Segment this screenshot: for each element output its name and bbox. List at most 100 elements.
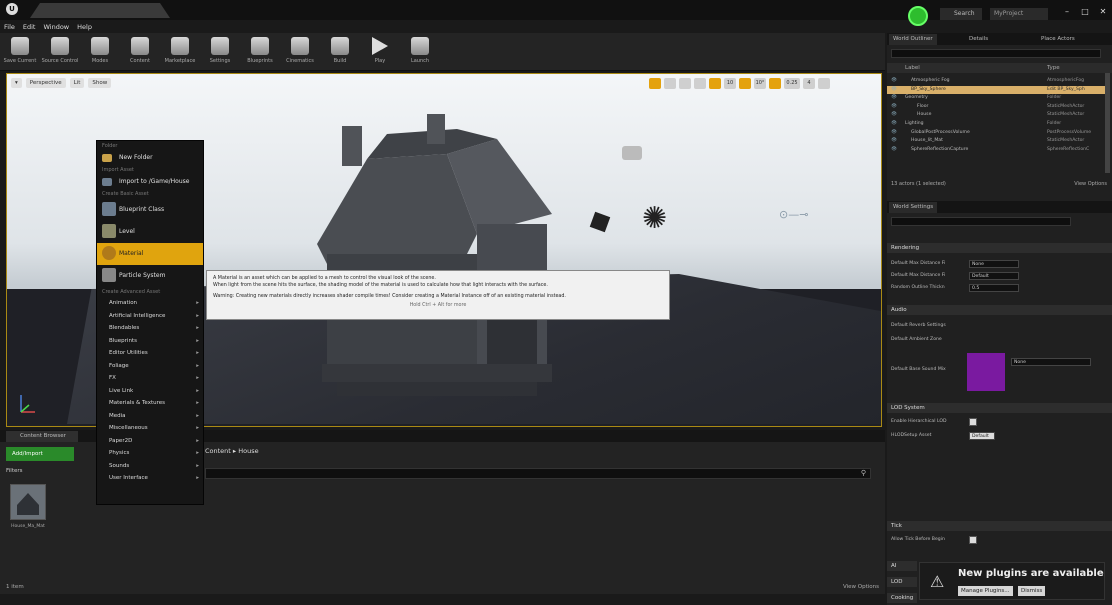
view-mode-button[interactable]: Lit	[69, 78, 85, 88]
new-folder-item[interactable]: New Folder	[97, 151, 203, 165]
viewport-options-button[interactable]: ▾	[11, 78, 22, 88]
submenu-sounds[interactable]: Sounds	[97, 460, 203, 473]
menu-edit[interactable]: Edit	[23, 23, 36, 33]
reflection-capture-icon[interactable]	[622, 146, 642, 160]
level-item[interactable]: Level	[97, 221, 203, 243]
tab-place-actors[interactable]: Place Actors	[1037, 34, 1079, 45]
section-ai[interactable]: AI	[887, 561, 917, 571]
world-settings-search-input[interactable]	[891, 217, 1071, 226]
type-column-header[interactable]: Type	[1047, 63, 1060, 73]
tab-world-outliner[interactable]: World Outliner	[889, 34, 937, 45]
particle-system-item[interactable]: Particle System	[97, 265, 203, 287]
label-column-header[interactable]: Label	[905, 63, 920, 73]
add-new-button[interactable]: Add/Import	[6, 447, 74, 461]
directional-light-icon[interactable]: ✺	[642, 204, 672, 234]
submenu-blendables[interactable]: Blendables	[97, 322, 203, 335]
house-mesh[interactable]	[307, 114, 567, 404]
decal-actor-icon[interactable]	[589, 211, 611, 233]
submenu-live-link[interactable]: Live Link	[97, 385, 203, 398]
marketplace-button[interactable]: Marketplace	[160, 33, 200, 71]
scale-tool[interactable]	[679, 78, 691, 89]
menu-file[interactable]: File	[4, 23, 15, 33]
visibility-eye-icon[interactable]: 👁	[891, 94, 897, 103]
section-lod-system[interactable]: LOD System	[887, 403, 1112, 413]
section-lod[interactable]: LOD	[887, 577, 917, 587]
atmospheric-fog-icon[interactable]: ⊙—⊸	[779, 208, 843, 228]
visibility-eye-icon[interactable]: 👁	[891, 137, 897, 146]
outliner-row[interactable]: 👁 House StaticMeshActor	[887, 111, 1107, 120]
submenu-blueprints[interactable]: Blueprints	[97, 335, 203, 348]
perspective-button[interactable]: Perspective	[25, 78, 66, 88]
submenu-miscellaneous[interactable]: Miscellaneous	[97, 422, 203, 435]
section-cooking[interactable]: Cooking	[887, 593, 917, 603]
modes-button[interactable]: Modes	[80, 33, 120, 71]
maximize-icon[interactable]: □	[1080, 7, 1090, 17]
prop-value[interactable]: None	[969, 260, 1019, 268]
breadcrumb[interactable]: Content ▸ House	[205, 447, 259, 455]
submenu-media[interactable]: Media	[97, 410, 203, 423]
source-control-status-icon[interactable]	[908, 6, 928, 26]
tick-checkbox[interactable]	[969, 536, 977, 544]
launch-button[interactable]: Launch	[400, 33, 440, 71]
asset-search-input[interactable]: ⚲	[205, 468, 871, 479]
hlod-setup-value[interactable]: Default	[969, 432, 995, 440]
section-rendering[interactable]: Rendering	[887, 243, 1112, 253]
rotation-snap-toggle[interactable]	[739, 78, 751, 89]
submenu-fx[interactable]: FX	[97, 372, 203, 385]
content-button[interactable]: Content	[120, 33, 160, 71]
visibility-eye-icon[interactable]: 👁	[891, 146, 897, 155]
outliner-row[interactable]: 👁 Atmospheric Fog AtmosphericFog	[887, 77, 1107, 86]
scale-snap-value[interactable]: 0.25	[784, 78, 800, 89]
outliner-row[interactable]: 👁 GlobalPostProcessVolume PostProcessVolum…	[887, 129, 1107, 138]
sound-mix-thumbnail[interactable]	[967, 353, 1005, 391]
material-item[interactable]: Material	[97, 243, 203, 265]
outliner-row[interactable]: 👁 Lighting Folder	[887, 120, 1107, 129]
close-icon[interactable]: ✕	[1098, 7, 1108, 17]
visibility-eye-icon[interactable]: 👁	[891, 111, 897, 120]
minimize-icon[interactable]: –	[1062, 7, 1072, 17]
submenu-physics[interactable]: Physics	[97, 447, 203, 460]
rotate-tool[interactable]	[664, 78, 676, 89]
menu-help[interactable]: Help	[77, 23, 92, 33]
tab-world-settings[interactable]: World Settings	[889, 202, 938, 213]
dismiss-button[interactable]: Dismiss	[1018, 586, 1046, 596]
view-options-button[interactable]: View Options	[843, 584, 879, 590]
outliner-view-options[interactable]: View Options	[1074, 181, 1107, 187]
play-button[interactable]: Play	[360, 33, 400, 71]
outliner-row[interactable]: 👁 BP_Sky_Sphere Edit BP_Sky_Sph	[887, 85, 1107, 95]
outliner-row[interactable]: 👁 House_lit_Mat StaticMeshActor	[887, 137, 1107, 146]
visibility-eye-icon[interactable]: 👁	[891, 120, 897, 129]
submenu-paper2d[interactable]: Paper2D	[97, 435, 203, 448]
asset-thumbnail[interactable]	[10, 484, 46, 520]
manage-plugins-button[interactable]: Manage Plugins...	[958, 586, 1013, 596]
section-audio[interactable]: Audio	[887, 305, 1112, 315]
scale-snap-toggle[interactable]	[769, 78, 781, 89]
visibility-eye-icon[interactable]: 👁	[891, 86, 897, 95]
outliner-row[interactable]: 👁 Geometry Folder	[887, 94, 1107, 103]
visibility-eye-icon[interactable]: 👁	[891, 103, 897, 112]
visibility-eye-icon[interactable]: 👁	[891, 129, 897, 138]
blueprint-class-item[interactable]: Blueprint Class	[97, 199, 203, 221]
maximize-viewport-button[interactable]	[818, 78, 830, 89]
submenu-foliage[interactable]: Foliage	[97, 360, 203, 373]
grid-snap-toggle[interactable]	[709, 78, 721, 89]
outliner-row[interactable]: 👁 SphereReflectionCapture SphereReflection…	[887, 146, 1107, 155]
outliner-scrollbar[interactable]	[1105, 73, 1110, 173]
prop-value[interactable]: 0.5	[969, 284, 1019, 292]
cinematics-button[interactable]: Cinematics	[280, 33, 320, 71]
camera-speed-button[interactable]: 4	[803, 78, 815, 89]
content-browser-tab[interactable]: Content Browser	[6, 431, 78, 442]
translate-tool[interactable]	[649, 78, 661, 89]
submenu-materials-textures[interactable]: Materials & Textures	[97, 397, 203, 410]
submenu-ai[interactable]: Artificial Intelligence	[97, 310, 203, 323]
submenu-user-interface[interactable]: User Interface	[97, 472, 203, 485]
menu-window[interactable]: Window	[43, 23, 69, 33]
world-space-toggle[interactable]	[694, 78, 706, 89]
outliner-row[interactable]: 👁 Floor StaticMeshActor	[887, 103, 1107, 112]
source-control-button[interactable]: Source Control	[40, 33, 80, 71]
submenu-animation[interactable]: Animation	[97, 297, 203, 310]
import-item[interactable]: Import to /Game/House	[97, 175, 203, 189]
grid-snap-value[interactable]: 10	[724, 78, 736, 89]
section-tick[interactable]: Tick	[887, 521, 1112, 531]
tab-details[interactable]: Details	[965, 34, 992, 45]
